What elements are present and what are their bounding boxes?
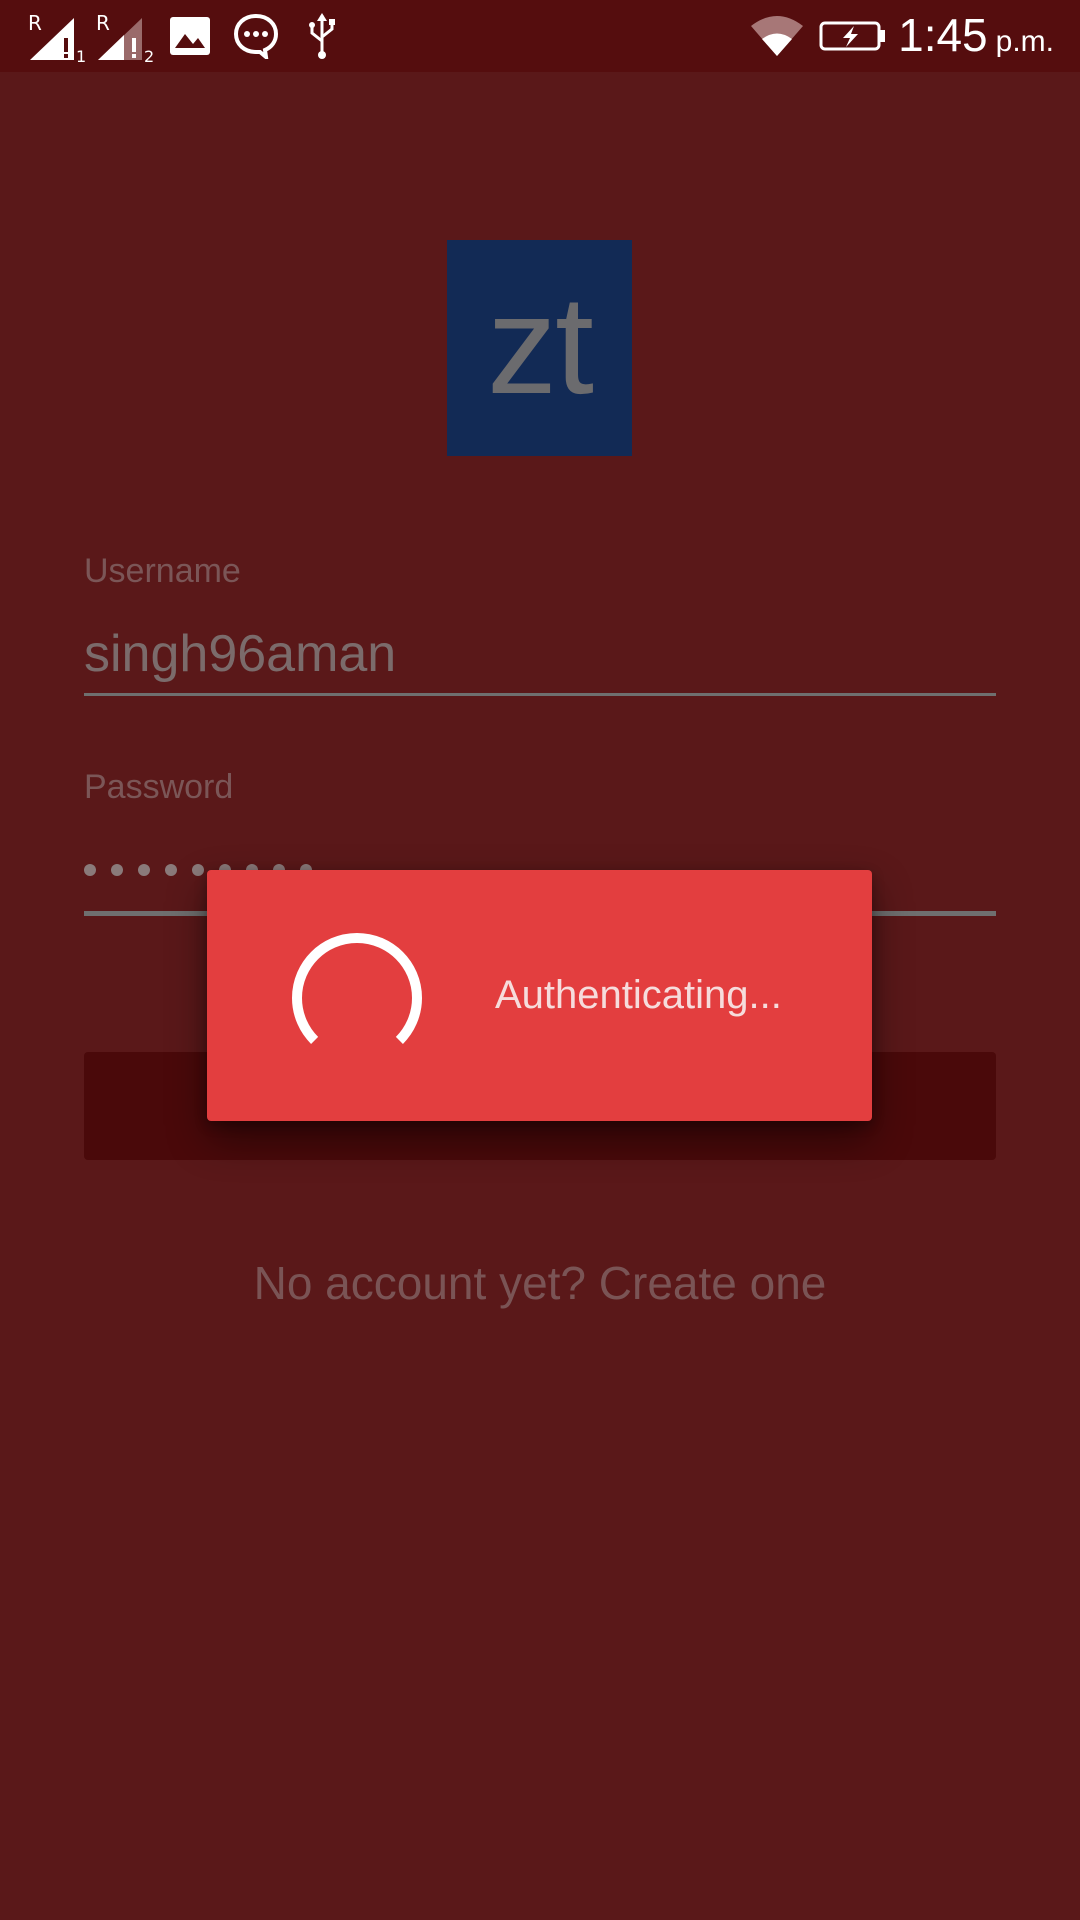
password-mask-dot	[84, 864, 96, 876]
sim1-index-label: 1	[76, 47, 86, 64]
wifi-icon	[748, 0, 806, 72]
username-label: Username	[84, 552, 241, 590]
status-bar: R 1 R 2 1:45 p.m.	[0, 0, 1080, 72]
message-icon	[230, 0, 282, 72]
password-mask-dot	[165, 864, 177, 876]
signal-sim2-icon: R 2	[94, 0, 156, 72]
clock-ampm: p.m.	[995, 25, 1054, 58]
status-clock: 1:45 p.m.	[898, 8, 1054, 68]
sim2-index-label: 2	[144, 47, 154, 64]
username-underline	[84, 693, 996, 696]
image-icon	[168, 0, 212, 72]
password-mask-dot	[138, 864, 150, 876]
clock-time: 1:45	[898, 9, 988, 61]
password-mask-dot	[111, 864, 123, 876]
password-label: Password	[84, 768, 234, 806]
loading-spinner-icon	[292, 932, 422, 1044]
sim2-roaming-label: R	[96, 11, 110, 35]
sim1-roaming-label: R	[28, 11, 42, 35]
password-mask-dot	[192, 864, 204, 876]
dialog-message: Authenticating...	[495, 973, 782, 1017]
username-input[interactable]: singh96aman	[84, 624, 396, 684]
usb-icon	[302, 0, 342, 72]
create-account-link[interactable]: No account yet? Create one	[0, 1256, 1080, 1310]
app-logo-text: zt	[487, 266, 594, 423]
progress-dialog: Authenticating...	[207, 870, 872, 1121]
signal-sim1-icon: R 1	[26, 0, 88, 72]
battery-charging-icon	[818, 0, 888, 72]
app-logo: zt	[447, 240, 632, 456]
